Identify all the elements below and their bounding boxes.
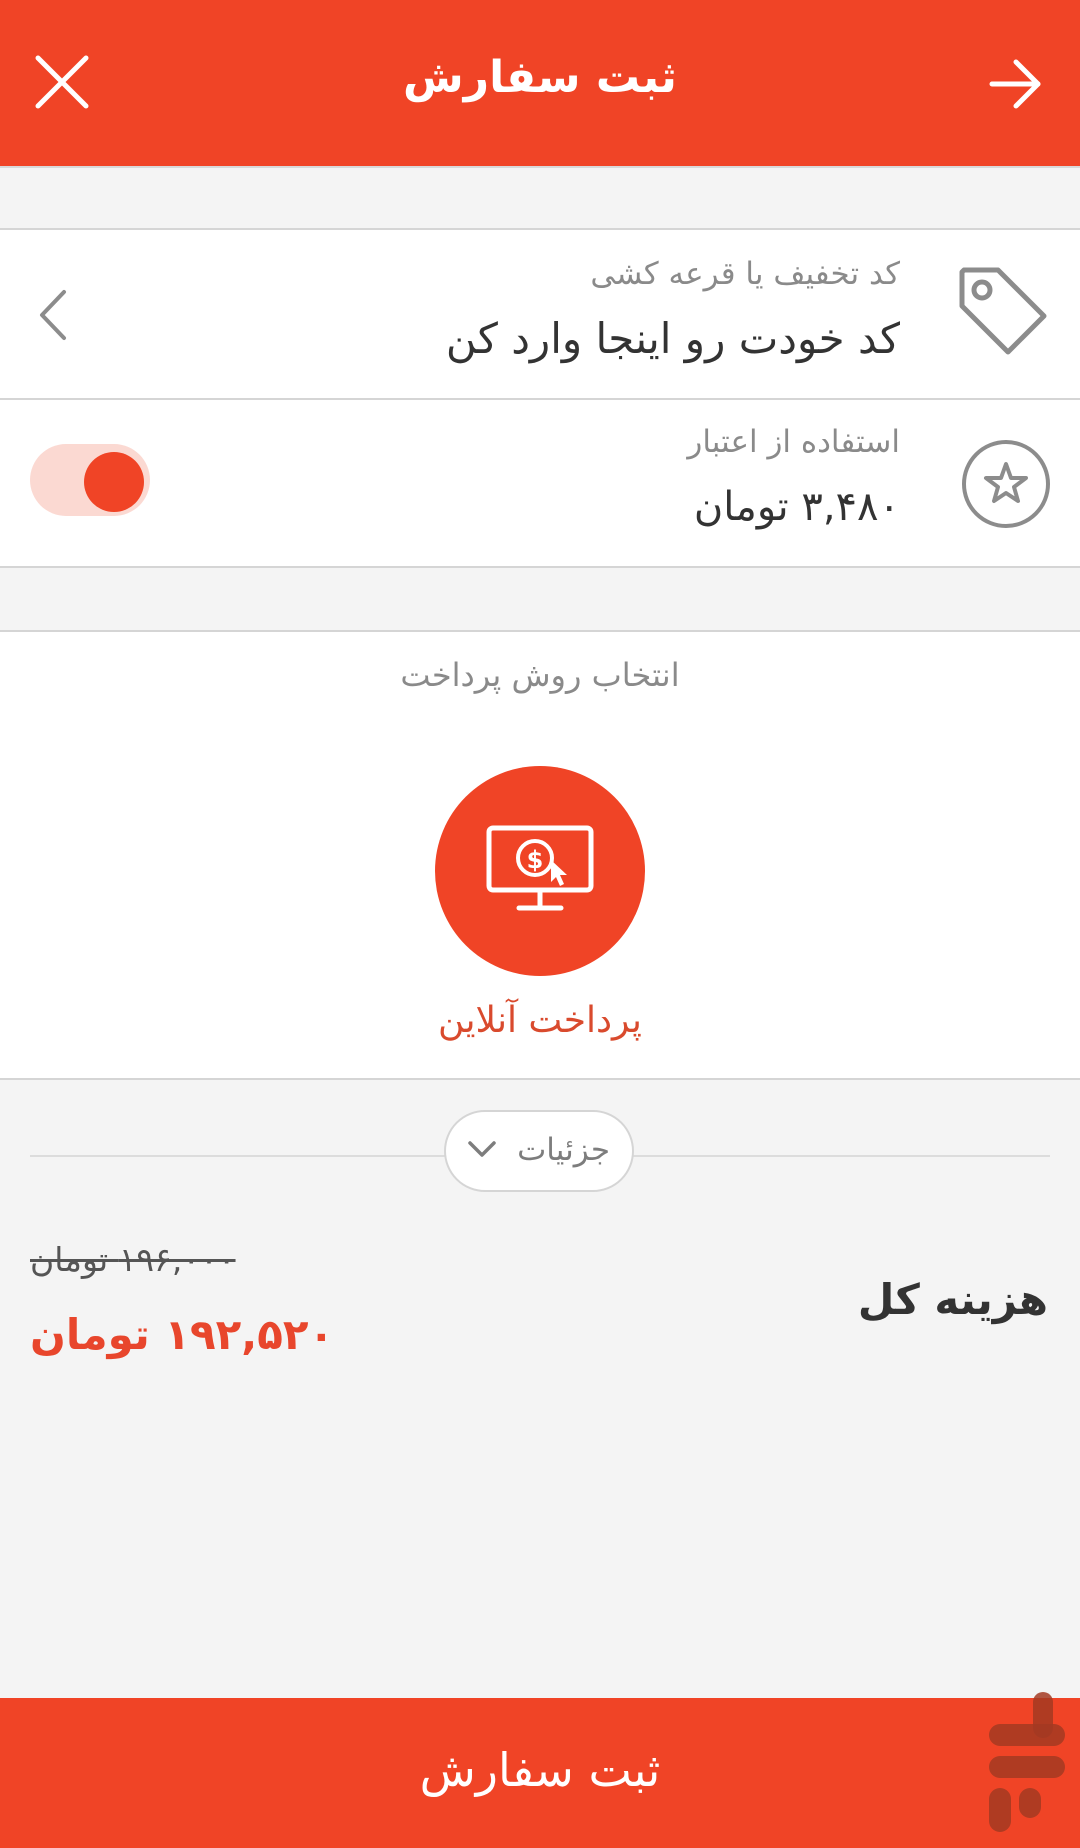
store-logo-watermark (975, 1688, 1075, 1838)
credit-row: استفاده از اعتبار ۳,۴۸۰ تومان (0, 398, 1080, 568)
close-icon[interactable] (32, 52, 92, 112)
monitor-dollar-icon: $ (486, 825, 594, 911)
details-label: جزئیات (517, 1132, 610, 1168)
payment-method-section: انتخاب روش پرداخت $ پرداخت آنلاین (0, 630, 1080, 1080)
svg-text:$: $ (527, 846, 544, 874)
submit-order-button[interactable]: ثبت سفارش (0, 1698, 1080, 1848)
chevron-down-icon (468, 1141, 496, 1157)
discount-label: کد تخفیف یا قرعه کشی (590, 256, 900, 292)
toggle-knob[interactable] (84, 452, 144, 512)
credit-amount: ۳,۴۸۰ تومان (693, 484, 900, 530)
discount-code-input[interactable]: کد خودت رو اینجا وارد کن (446, 314, 900, 363)
original-price: ۱۹۶,۰۰۰ تومان (30, 1240, 236, 1279)
online-payment-label[interactable]: پرداخت آنلاین (390, 1000, 690, 1041)
credit-label: استفاده از اعتبار (687, 424, 900, 460)
payment-heading: انتخاب روش پرداخت (400, 656, 680, 694)
tag-icon (952, 260, 1052, 360)
star-icon (960, 438, 1052, 530)
discount-code-row[interactable]: کد تخفیف یا قرعه کشی کد خودت رو اینجا وا… (0, 228, 1080, 398)
top-app-bar: ثبت سفارش (0, 0, 1080, 168)
details-toggle-button[interactable]: جزئیات (444, 1110, 634, 1192)
total-cost-label: هزینه کل (857, 1275, 1048, 1324)
chevron-left-icon[interactable] (34, 288, 74, 342)
arrow-right-icon[interactable] (988, 56, 1044, 112)
submit-order-label: ثبت سفارش (419, 1743, 661, 1797)
final-price: ۱۹۲,۵۲۰ تومان (30, 1310, 335, 1359)
online-payment-button[interactable]: $ (435, 766, 645, 976)
page-title: ثبت سفارش (403, 52, 677, 103)
